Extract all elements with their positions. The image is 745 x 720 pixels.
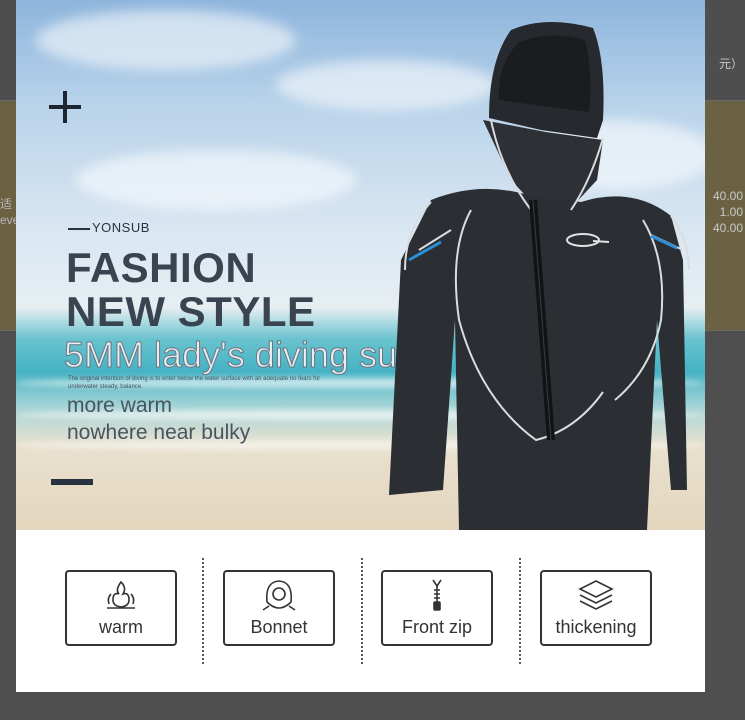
background-text: 元）	[718, 57, 743, 71]
layers-icon	[578, 580, 614, 610]
image-lightbox: YONSUB FASHION NEW STYLE 5MM lady's divi…	[16, 0, 705, 692]
fine-print: The original intention of diving is to e…	[68, 376, 321, 390]
feature-label: Front zip	[401, 617, 473, 637]
feature-warm: warm	[65, 570, 177, 646]
flame-icon	[107, 580, 135, 609]
decorative-dash	[51, 479, 93, 485]
plus-icon	[49, 91, 81, 123]
background-price: 40.00	[712, 221, 743, 235]
cloud	[36, 10, 296, 70]
feature-label: Bonnet	[250, 617, 308, 637]
feature-divider	[202, 558, 204, 664]
headline-line-2: NEW STYLE	[66, 288, 316, 335]
background-price: 1.00	[719, 205, 743, 219]
feature-divider	[361, 558, 363, 664]
feature-thickening: thickening	[540, 570, 652, 646]
tagline-line-1: more warm	[67, 394, 173, 417]
cloud	[76, 150, 356, 210]
wetsuit-illustration	[389, 21, 690, 530]
headline-line-1: FASHION	[66, 244, 257, 291]
tagline-line-2: nowhere near bulky	[67, 421, 251, 444]
feature-row: warm Bonnet Front zip thickening	[16, 530, 705, 692]
hood-icon	[262, 580, 296, 611]
background-price: 40.00	[712, 189, 743, 203]
product-subhead: 5MM lady's diving suit	[64, 334, 416, 376]
zipper-icon	[432, 579, 442, 611]
background-price-list: 40.00 1.00 40.00	[713, 188, 743, 236]
feature-label: warm	[99, 617, 143, 637]
brand-name: YONSUB	[68, 220, 150, 235]
feature-front-zip: Front zip	[381, 570, 493, 646]
feature-divider	[519, 558, 521, 664]
feature-bonnet: Bonnet	[223, 570, 335, 646]
product-banner: YONSUB FASHION NEW STYLE 5MM lady's divi…	[16, 0, 705, 530]
feature-label: thickening	[555, 617, 637, 637]
